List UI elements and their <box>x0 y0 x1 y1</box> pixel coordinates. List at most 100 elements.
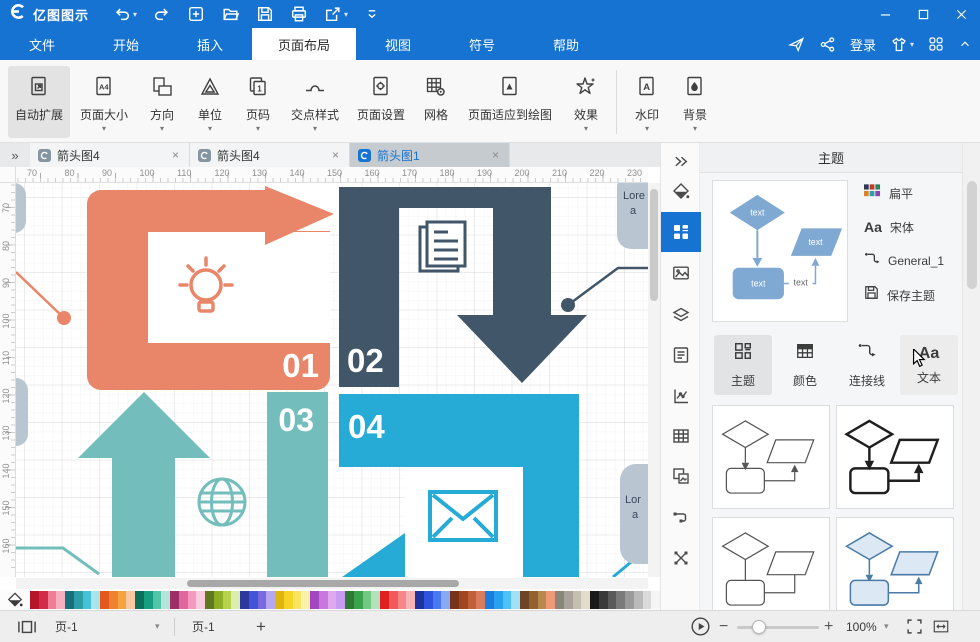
close-button[interactable] <box>942 0 980 28</box>
collapse-ribbon-icon[interactable] <box>958 37 972 51</box>
new-document-button[interactable] <box>181 3 211 25</box>
zoom-level[interactable]: 100% <box>846 611 877 642</box>
callout-top-right[interactable]: Lore a <box>617 183 648 249</box>
color-swatch[interactable] <box>433 591 442 609</box>
tab-close-icon[interactable]: × <box>330 148 341 162</box>
node-connect-panel-icon[interactable] <box>661 540 701 576</box>
color-swatch[interactable] <box>415 591 424 609</box>
color-swatch[interactable] <box>441 591 450 609</box>
login-button[interactable]: 登录 <box>850 35 876 54</box>
color-swatch[interactable] <box>450 591 459 609</box>
ribbon-effects-button[interactable]: 效果▾ <box>562 66 610 138</box>
color-swatch[interactable] <box>161 591 170 609</box>
panel-tab-theme[interactable]: 主题 <box>714 335 772 395</box>
ribbon-auto-expand-button[interactable]: 自动扩展 <box>8 66 70 138</box>
color-swatch[interactable] <box>371 591 380 609</box>
panel-tab-color[interactable]: 颜色 <box>776 335 834 395</box>
page-selector-caret-icon[interactable]: ▾ <box>155 611 160 642</box>
color-swatch[interactable] <box>135 591 144 609</box>
color-swatch[interactable] <box>328 591 337 609</box>
theme-panel-icon[interactable] <box>661 212 701 252</box>
color-swatch[interactable] <box>48 591 57 609</box>
callout-bottom-right[interactable]: Lor a <box>620 464 648 564</box>
color-swatch[interactable] <box>468 591 477 609</box>
color-swatch[interactable] <box>144 591 153 609</box>
color-swatch[interactable] <box>599 591 608 609</box>
tab-overflow-icon[interactable]: » <box>0 143 30 167</box>
document-tab[interactable]: 箭头图4 × <box>190 143 350 167</box>
minimize-button[interactable] <box>866 0 904 28</box>
step-2-shape[interactable]: 02 <box>339 187 587 387</box>
color-swatch[interactable] <box>389 591 398 609</box>
color-swatch[interactable] <box>188 591 197 609</box>
ribbon-units-button[interactable]: 单位▾ <box>186 66 234 138</box>
zoom-in-button[interactable]: + <box>824 611 833 642</box>
color-swatch[interactable] <box>231 591 240 609</box>
color-swatch[interactable] <box>56 591 65 609</box>
color-swatch[interactable] <box>529 591 538 609</box>
color-swatch[interactable] <box>214 591 223 609</box>
page-selector[interactable]: 页-1 <box>55 611 78 642</box>
color-swatch[interactable] <box>275 591 284 609</box>
color-swatch[interactable] <box>424 591 433 609</box>
menu-tab-home[interactable]: 开始 <box>84 28 168 60</box>
color-swatch[interactable] <box>573 591 582 609</box>
color-swatch[interactable] <box>100 591 109 609</box>
color-swatch[interactable] <box>126 591 135 609</box>
color-swatch[interactable] <box>223 591 232 609</box>
color-swatch[interactable] <box>476 591 485 609</box>
color-swatch[interactable] <box>196 591 205 609</box>
current-theme-preview[interactable]: text text text text <box>712 180 848 322</box>
color-swatch[interactable] <box>380 591 389 609</box>
color-swatch[interactable] <box>625 591 634 609</box>
color-swatch[interactable] <box>520 591 529 609</box>
panel-tab-connector[interactable]: 连接线 <box>838 335 896 395</box>
color-swatch[interactable] <box>345 591 354 609</box>
menu-tab-file[interactable]: 文件 <box>0 28 84 60</box>
document-tab[interactable]: 箭头图4 × <box>30 143 190 167</box>
color-swatch[interactable] <box>310 591 319 609</box>
theme-font-option[interactable]: Aa 宋体 <box>864 217 960 237</box>
zoom-slider-thumb[interactable] <box>752 620 766 634</box>
ribbon-orientation-button[interactable]: 方向▾ <box>138 66 186 138</box>
theme-template-card[interactable] <box>712 405 830 509</box>
scrollbar-thumb[interactable] <box>187 580 459 587</box>
color-swatch[interactable] <box>643 591 652 609</box>
color-swatch[interactable] <box>634 591 643 609</box>
theme-color-option[interactable]: 扁平 <box>864 183 960 203</box>
step-1-shape[interactable]: 01 <box>87 183 345 390</box>
color-swatch[interactable] <box>485 591 494 609</box>
connector-style-panel-icon[interactable] <box>661 500 701 536</box>
ribbon-background-button[interactable]: 背景▾ <box>671 66 719 138</box>
add-page-button[interactable]: + <box>256 611 266 642</box>
table-panel-icon[interactable] <box>661 418 701 454</box>
page-view-icon[interactable] <box>16 611 38 642</box>
color-swatch[interactable] <box>118 591 127 609</box>
color-swatch[interactable] <box>319 591 328 609</box>
apps-grid-icon[interactable] <box>928 36 944 52</box>
color-swatch[interactable] <box>293 591 302 609</box>
color-swatch[interactable] <box>39 591 48 609</box>
arrow-diagram[interactable]: 01 02 <box>16 183 648 577</box>
menu-tab-insert[interactable]: 插入 <box>168 28 252 60</box>
color-swatch[interactable] <box>83 591 92 609</box>
save-theme-option[interactable]: 保存主题 <box>864 285 960 305</box>
share-icon[interactable] <box>819 36 836 53</box>
canvas-horizontal-scrollbar[interactable] <box>16 578 648 589</box>
fit-width-button[interactable] <box>932 611 950 642</box>
callout-fragment[interactable] <box>16 378 28 446</box>
open-file-button[interactable] <box>215 3 246 25</box>
menu-tab-help[interactable]: 帮助 <box>524 28 608 60</box>
theme-template-card[interactable] <box>836 517 954 621</box>
menu-tab-view[interactable]: 视图 <box>356 28 440 60</box>
zoom-level-caret-icon[interactable]: ▾ <box>884 611 889 642</box>
image-panel-icon[interactable] <box>661 255 701 291</box>
color-swatch[interactable] <box>249 591 258 609</box>
theme-template-card[interactable] <box>712 517 830 621</box>
scrollbar-thumb[interactable] <box>650 189 658 301</box>
step-4-shape[interactable]: 04 <box>339 394 579 577</box>
layers-panel-icon[interactable] <box>661 297 701 333</box>
scrollbar-thumb[interactable] <box>967 181 977 289</box>
color-swatch[interactable] <box>564 591 573 609</box>
color-swatch[interactable] <box>590 591 599 609</box>
